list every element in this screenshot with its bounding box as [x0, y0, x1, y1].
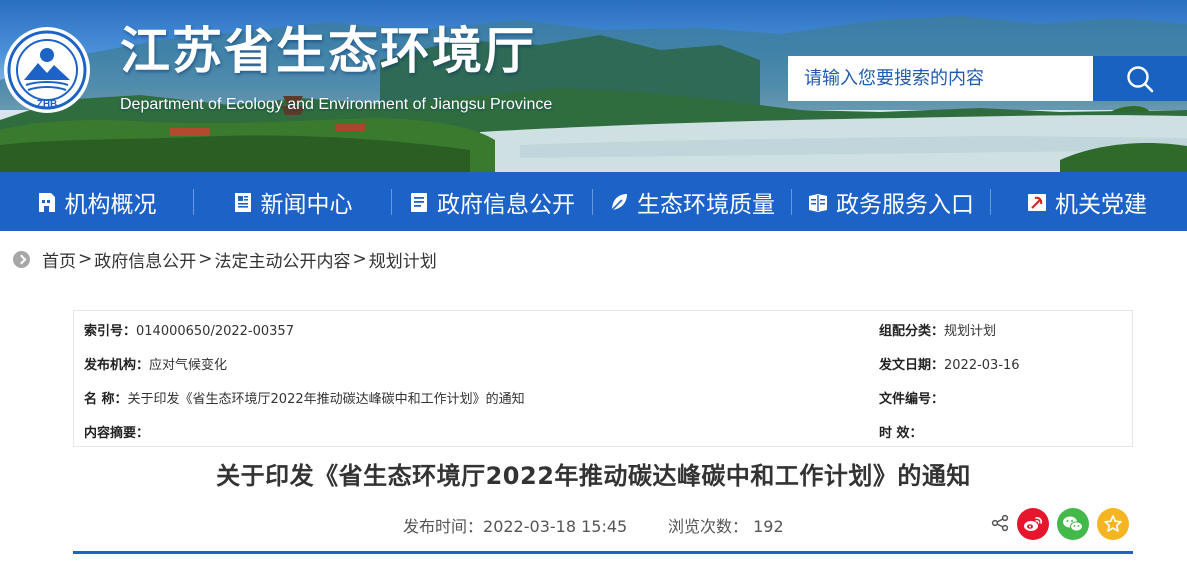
building-icon — [38, 192, 55, 212]
nav-label: 机关党建 — [1055, 191, 1147, 218]
nav-item-gov-info[interactable]: 政府信息公开 — [392, 172, 592, 231]
breadcrumb-planning[interactable]: 规划计划 — [369, 247, 437, 272]
share-weibo-button[interactable] — [1017, 508, 1049, 540]
search-button[interactable] — [1093, 56, 1187, 101]
meta-category: 组配分类：规划计划 — [879, 324, 997, 339]
breadcrumb-arrow-icon — [13, 250, 30, 268]
site-title: 江苏省生态环境厅 — [120, 21, 536, 80]
nav-label: 政务服务入口 — [836, 191, 974, 218]
meta-summary: 内容摘要： — [84, 426, 150, 441]
view-count: 浏览次数： 192 — [668, 517, 784, 536]
share-icon[interactable] — [991, 514, 1009, 532]
favorite-button[interactable] — [1097, 508, 1129, 540]
nav-item-party-building[interactable]: 机关党建 — [991, 172, 1183, 231]
nav-label: 机构概况 — [64, 191, 157, 218]
search-input[interactable] — [788, 56, 1093, 101]
breadcrumb-home[interactable]: 首页 — [42, 247, 76, 272]
nav-label: 新闻中心 — [260, 191, 353, 218]
breadcrumb-separator: > — [198, 249, 213, 269]
meta-validity: 时 效： — [879, 426, 923, 441]
main-nav: 机构概况 新闻中心 政府信息公开 生态环境质量 政务服务入口 机关党建 — [0, 172, 1187, 231]
article-divider — [73, 551, 1133, 554]
breadcrumb: 首页 > 政府信息公开 > 法定主动公开内容 > 规划计划 — [13, 247, 437, 272]
share-wechat-button[interactable] — [1057, 508, 1089, 540]
nav-label: 政府信息公开 — [437, 191, 575, 218]
meta-name: 名 称：关于印发《省生态环境厅2022年推动碳达峰碳中和工作计划》的通知 — [84, 392, 525, 407]
nav-item-gov-services[interactable]: 政务服务入口 — [792, 172, 990, 231]
nav-item-institution[interactable]: 机构概况 — [0, 172, 193, 231]
wechat-icon — [1063, 516, 1083, 532]
breadcrumb-separator: > — [352, 249, 367, 269]
meta-date: 发文日期：2022-03-16 — [879, 358, 1020, 373]
service-icon — [809, 193, 827, 212]
breadcrumb-separator: > — [78, 249, 93, 269]
department-logo[interactable]: ZHB — [2, 25, 92, 115]
meta-publisher: 发布机构：应对气候变化 — [84, 358, 228, 373]
document-meta-table: 索引号：014000650/2022-00357 组配分类：规划计划 发布机构：… — [73, 310, 1133, 447]
meta-doc-number: 文件编号： — [879, 392, 945, 407]
publish-time: 发布时间：2022-03-18 15:45 — [403, 517, 628, 536]
search-icon — [1127, 65, 1154, 92]
site-subtitle: Department of Ecology and Environment of… — [120, 96, 553, 113]
favorite-icon — [1104, 515, 1122, 532]
header-banner: ZHB 江苏省生态环境厅 Department of Ecology and E… — [0, 0, 1187, 172]
leaf-icon — [611, 193, 627, 211]
breadcrumb-gov-info[interactable]: 政府信息公开 — [94, 247, 196, 272]
nav-item-environment-quality[interactable]: 生态环境质量 — [593, 172, 791, 231]
nav-item-news[interactable]: 新闻中心 — [194, 172, 391, 231]
weibo-icon — [1024, 517, 1042, 531]
meta-index: 索引号：014000650/2022-00357 — [84, 324, 294, 339]
breadcrumb-statutory-content[interactable]: 法定主动公开内容 — [215, 247, 351, 272]
article-title: 关于印发《省生态环境厅2022年推动碳达峰碳中和工作计划》的通知 — [216, 462, 971, 490]
news-icon — [234, 192, 251, 212]
document-icon — [411, 192, 427, 212]
svg-text:ZHB: ZHB — [37, 99, 58, 110]
party-icon — [1028, 193, 1046, 211]
nav-label: 生态环境质量 — [637, 191, 775, 218]
